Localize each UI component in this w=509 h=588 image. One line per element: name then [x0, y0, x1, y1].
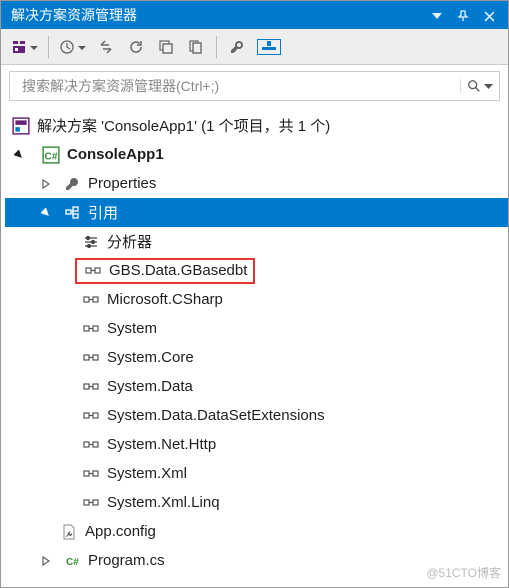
appconfig-label: App.config	[85, 523, 156, 540]
history-button[interactable]	[55, 33, 90, 61]
solution-explorer-panel: 解决方案资源管理器	[0, 0, 509, 588]
svg-text:C#: C#	[66, 557, 79, 568]
reference-node[interactable]: System.Core	[5, 343, 508, 372]
expander-icon[interactable]	[11, 147, 27, 163]
expander-icon[interactable]	[38, 553, 54, 569]
reference-node[interactable]: GBS.Data.GBasedbt	[5, 256, 508, 285]
assembly-icon	[81, 464, 101, 484]
solution-label: 解决方案 'ConsoleApp1' (1 个项目，共 1 个)	[37, 115, 330, 136]
reference-node[interactable]: System	[5, 314, 508, 343]
solution-icon	[11, 116, 31, 136]
reference-label: System.Xml.Linq	[107, 494, 220, 511]
analyzers-label: 分析器	[107, 231, 152, 252]
close-icon[interactable]	[476, 7, 502, 23]
reference-node[interactable]: System.Xml	[5, 459, 508, 488]
properties-button[interactable]	[223, 33, 251, 61]
references-node[interactable]: 引用	[5, 198, 508, 227]
reference-node[interactable]: Microsoft.CSharp	[5, 285, 508, 314]
solution-tree: 解决方案 'ConsoleApp1' (1 个项目，共 1 个) C# Cons…	[1, 107, 508, 587]
reference-label: GBS.Data.GBasedbt	[109, 262, 247, 279]
csharp-file-icon: C#	[62, 551, 82, 571]
toolbar-separator	[216, 36, 217, 58]
reference-label: System.Net.Http	[107, 436, 216, 453]
panel-title: 解决方案资源管理器	[11, 5, 424, 25]
csproject-icon: C#	[41, 145, 61, 165]
wrench-icon	[62, 174, 82, 194]
reference-node[interactable]: System.Xml.Linq	[5, 488, 508, 517]
watermark: @51CTO博客	[426, 564, 501, 581]
preview-button[interactable]	[253, 33, 285, 61]
svg-text:C#: C#	[45, 151, 58, 162]
highlighted-reference: GBS.Data.GBasedbt	[75, 258, 255, 284]
toolbar	[1, 29, 508, 65]
properties-node[interactable]: Properties	[5, 169, 508, 198]
config-file-icon	[59, 522, 79, 542]
assembly-icon	[81, 435, 101, 455]
reference-label: System.Data.DataSetExtensions	[107, 407, 325, 424]
references-label: 引用	[88, 202, 118, 223]
project-label: ConsoleApp1	[67, 146, 164, 163]
solution-node[interactable]: 解决方案 'ConsoleApp1' (1 个项目，共 1 个)	[5, 111, 508, 140]
assembly-icon	[83, 261, 103, 281]
programcs-label: Program.cs	[88, 552, 165, 569]
expander-icon[interactable]	[38, 205, 54, 221]
reference-label: Microsoft.CSharp	[107, 291, 223, 308]
toolbar-separator	[48, 36, 49, 58]
reference-label: System.Data	[107, 378, 193, 395]
reference-node[interactable]: System.Net.Http	[5, 430, 508, 459]
references-icon	[62, 203, 82, 223]
reference-label: System	[107, 320, 157, 337]
search-bar[interactable]	[9, 71, 500, 101]
assembly-icon	[81, 493, 101, 513]
properties-label: Properties	[88, 175, 156, 192]
reference-label: System.Xml	[107, 465, 187, 482]
reference-label: System.Core	[107, 349, 194, 366]
search-input[interactable]	[20, 77, 460, 95]
assembly-icon	[81, 377, 101, 397]
window-menu-icon[interactable]	[424, 7, 450, 23]
title-bar: 解决方案资源管理器	[1, 1, 508, 29]
pin-icon[interactable]	[450, 7, 476, 23]
expander-icon[interactable]	[38, 176, 54, 192]
assembly-icon	[81, 406, 101, 426]
project-node[interactable]: C# ConsoleApp1	[5, 140, 508, 169]
assembly-icon	[81, 348, 101, 368]
assembly-icon	[81, 319, 101, 339]
reference-node[interactable]: System.Data.DataSetExtensions	[5, 401, 508, 430]
assembly-icon	[81, 290, 101, 310]
collapse-all-button[interactable]	[152, 33, 180, 61]
show-all-files-button[interactable]	[182, 33, 210, 61]
search-options-button[interactable]	[460, 79, 493, 93]
analyzers-node[interactable]: 分析器	[5, 227, 508, 256]
sync-button[interactable]	[92, 33, 120, 61]
analyzers-icon	[81, 232, 101, 252]
home-button[interactable]	[7, 33, 42, 61]
reference-node[interactable]: System.Data	[5, 372, 508, 401]
appconfig-node[interactable]: App.config	[5, 517, 508, 546]
refresh-button[interactable]	[122, 33, 150, 61]
